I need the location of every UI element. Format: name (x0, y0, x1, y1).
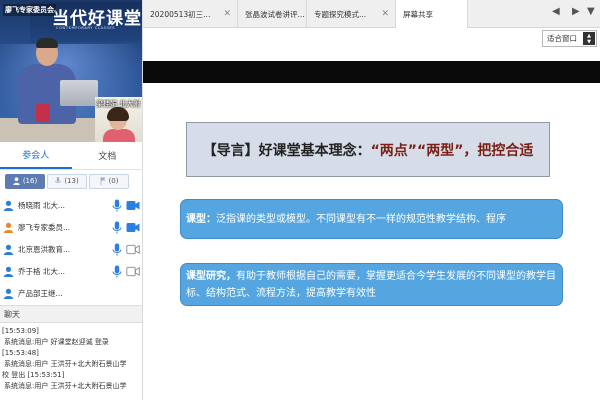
camera-icon[interactable] (126, 222, 140, 233)
participant-name: 乔于格 北大... (18, 266, 66, 276)
participant-name: 廖飞专家委员... (18, 222, 71, 232)
pip-hair (107, 107, 129, 121)
desk-item (36, 104, 50, 122)
chat-message: 校 登出 [15:53:51] (2, 371, 65, 379)
close-icon[interactable]: ✕ (381, 9, 389, 19)
slide-header-bar (143, 61, 600, 83)
chat-message: 系统消息:用户 王洪芬+北大附石景山学 (4, 360, 127, 368)
mic-icon[interactable] (111, 199, 123, 212)
user-avatar-icon (3, 200, 14, 211)
pip-video[interactable]: 梁桂娟 北大附 (95, 97, 142, 142)
filter-mic-users[interactable]: (13) (47, 173, 87, 189)
user-icon (13, 177, 20, 185)
info-text: 泛指课的类型或模型。不同课型有不一样的规范性教学结构、程序 (216, 213, 506, 225)
user-avatar-icon (3, 266, 14, 277)
document-tab-bar: 20200513初三... ✕ 张晶波试卷讲评... 专题探究模式... ✕ 屏… (143, 0, 600, 28)
chat-log[interactable]: [15:53:09] 系统消息:用户 好课堂赵迎诚 登录 [15:53:48] … (0, 325, 142, 400)
slide-title: 【导言】好课堂基本理念： (202, 142, 371, 159)
filter-count: (0) (108, 177, 119, 185)
filter-all-users[interactable]: (16) (5, 173, 45, 189)
doc-tab-3[interactable]: 专题探究模式... ✕ (307, 0, 396, 28)
info-box-line: 课型：泛指课的类型或模型。不同课型有不一样的规范性教学结构、程序 (186, 211, 557, 228)
speaker-hair (36, 38, 58, 48)
info-box-line: 课型研究，有助于教师根据自己的需要，掌握更适合今学生发展的不同课型的教学目 (186, 268, 557, 285)
pip-label: 梁桂娟 北大附 (96, 100, 141, 108)
participant-row[interactable]: 乔于格 北大... (0, 260, 142, 282)
tab-list-icon[interactable]: ▼ (587, 6, 595, 17)
mic-icon[interactable] (111, 265, 123, 278)
doc-tab-screen-share[interactable]: 屏幕共享 (396, 0, 468, 28)
spin-arrows-icon[interactable]: ▲ ▼ (583, 32, 595, 45)
laptop (60, 80, 98, 106)
chat-title: 聊天 (0, 305, 142, 323)
info-box-line: 标、结构范式、流程方法，提高教学有效性 (186, 287, 376, 299)
participant-name: 杨晓雨 北大... (18, 200, 66, 210)
zoom-select[interactable]: 适合窗口 ▲ ▼ (542, 30, 597, 47)
tab-participants[interactable]: 参会人 (0, 142, 72, 169)
flag-icon (100, 177, 106, 185)
mic-icon (55, 177, 62, 184)
user-avatar-icon (3, 288, 14, 299)
participant-list: 杨晓雨 北大... 廖飞专家委员... 北京恩洪教育... 乔于格 北大... (0, 194, 142, 302)
doc-tab-1[interactable]: 20200513初三... ✕ (143, 0, 238, 28)
mic-icon[interactable] (111, 221, 123, 234)
shared-slide: 【导言】好课堂基本理念： “两点”“两型”，把控合适 课型：泛指课的类型或模型。… (143, 50, 600, 400)
participant-filter-bar: (16) (13) (0) (0, 170, 142, 192)
camera-icon[interactable] (126, 200, 140, 211)
chat-message: 系统消息:用户 王洪芬+北大附石景山学 (4, 382, 127, 390)
participant-name: 产品部王继... (18, 288, 63, 298)
doc-tab-label: 屏幕共享 (403, 9, 433, 19)
filter-hand-raised[interactable]: (0) (89, 173, 129, 189)
doc-tab-2[interactable]: 张晶波试卷讲评... (238, 0, 307, 28)
slide-title-highlight: “两点”“两型”，把控合适 (370, 142, 534, 159)
speaker-video[interactable]: 当代好课堂 CONTEMPORARY CLASSES 廖飞专家委员会 梁桂娟 北… (0, 0, 142, 142)
pip-body (103, 129, 135, 142)
camera-off-icon[interactable] (126, 266, 140, 277)
meeting-window: 当代好课堂 CONTEMPORARY CLASSES 廖飞专家委员会 梁桂娟 北… (0, 0, 600, 400)
user-avatar-icon (3, 244, 14, 255)
banner-subtitle: CONTEMPORARY CLASSES (56, 26, 116, 30)
info-term: 课型： (186, 213, 216, 225)
mic-icon[interactable] (111, 243, 123, 256)
participant-row[interactable]: 北京恩洪教育... (0, 238, 142, 260)
participant-row[interactable]: 杨晓雨 北大... (0, 194, 142, 216)
participant-row[interactable]: 廖飞专家委员... (0, 216, 142, 238)
zoom-value: 适合窗口 (547, 34, 577, 43)
participant-name: 北京恩洪教育... (18, 244, 71, 254)
info-term: 课型研究， (186, 270, 236, 282)
close-icon[interactable]: ✕ (223, 9, 231, 19)
info-text: 有助于教师根据自己的需要，掌握更适合今学生发展的不同课型的教学目 (236, 270, 556, 282)
panel-tabs: 参会人 文档 (0, 142, 143, 170)
host-avatar-icon (3, 222, 14, 233)
camera-off-icon[interactable] (126, 244, 140, 255)
doc-tab-label: 20200513初三... (150, 9, 211, 19)
tab-scroll-left-icon[interactable]: ◀ (552, 6, 560, 17)
zoom-row: 适合窗口 ▲ ▼ (143, 28, 600, 50)
chat-message: 系统消息:用户 好课堂赵迎诚 登录 (4, 338, 109, 346)
left-panel: 当代好课堂 CONTEMPORARY CLASSES 廖飞专家委员会 梁桂娟 北… (0, 0, 143, 400)
participant-row[interactable]: 产品部王继... (0, 282, 142, 302)
channel-name: 廖飞专家委员会 (3, 4, 56, 16)
doc-tab-label: 专题探究模式... (314, 9, 367, 19)
doc-tab-label: 张晶波试卷讲评... (245, 9, 305, 19)
chat-timestamp: [15:53:48] (2, 349, 39, 357)
chat-timestamp: [15:53:09] (2, 327, 39, 335)
info-box-research: 课型研究，有助于教师根据自己的需要，掌握更适合今学生发展的不同课型的教学目 标、… (180, 263, 563, 306)
tab-documents[interactable]: 文档 (72, 142, 143, 169)
filter-count: (13) (64, 177, 79, 185)
filter-count: (16) (22, 177, 38, 185)
slide-title-box: 【导言】好课堂基本理念： “两点”“两型”，把控合适 (186, 122, 550, 177)
tab-scroll-right-icon[interactable]: ▶ (572, 6, 580, 17)
info-box-ketingxing: 课型：泛指课的类型或模型。不同课型有不一样的规范性教学结构、程序 (180, 199, 563, 239)
